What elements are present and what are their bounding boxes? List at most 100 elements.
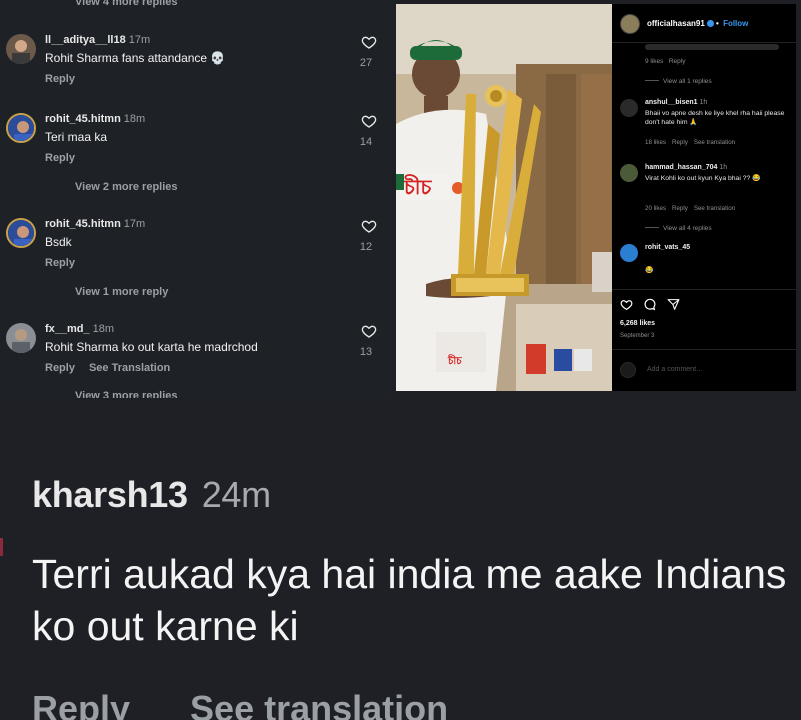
- comment-icon[interactable]: [643, 298, 656, 311]
- comment-time: 17m: [128, 34, 151, 46]
- reply-button[interactable]: Reply: [672, 139, 688, 146]
- reply-button[interactable]: Reply: [32, 688, 130, 720]
- comment-actions: Reply See Translation: [45, 362, 170, 374]
- divider: [612, 42, 796, 43]
- comment-time: 18m: [92, 323, 115, 335]
- avatar[interactable]: [620, 244, 638, 262]
- comment-time: 1h: [699, 99, 708, 106]
- reply-button[interactable]: Reply: [45, 73, 75, 85]
- add-comment-input[interactable]: Add a comment…: [647, 366, 703, 373]
- like-count: 27: [359, 57, 373, 69]
- comment-header: fx__md_ 18m: [45, 323, 114, 335]
- left-edge-accent: [0, 538, 3, 556]
- view-more-replies-link[interactable]: View 3 more replies: [75, 390, 178, 398]
- avatar[interactable]: [6, 113, 36, 143]
- comment-text: Rohit Sharma ko out karta he madrchod: [45, 340, 258, 354]
- post-photo[interactable]: চীচ চীচ: [396, 4, 612, 391]
- share-icon[interactable]: [667, 298, 680, 311]
- comment-username[interactable]: hammad_hassan_704: [645, 164, 717, 171]
- post-action-icons: [620, 298, 686, 312]
- see-translation-link[interactable]: See translation: [694, 139, 735, 146]
- comment-header: anshul__bisen1 1h: [645, 99, 707, 106]
- comment-text: Rohit Sharma fans attandance 💀: [45, 51, 226, 65]
- heart-icon[interactable]: [361, 34, 377, 50]
- smile-icon[interactable]: [620, 362, 636, 378]
- comment-actions: Reply See translation: [32, 688, 448, 720]
- like-count: 20 likes: [645, 205, 666, 212]
- see-translation-link[interactable]: See translation: [190, 688, 448, 720]
- view-more-replies-link[interactable]: View 2 more replies: [75, 181, 178, 193]
- comment-item: rohit_45.hitmn 18m Teri maa ka Reply 14: [0, 113, 393, 183]
- comment-actions: 20 likes Reply See translation: [645, 205, 735, 212]
- comment-username[interactable]: kharsh13: [32, 474, 188, 515]
- avatar[interactable]: [6, 218, 36, 248]
- comments-panel-left: View 4 more replies ll__aditya__ll18 17m …: [0, 0, 393, 398]
- view-more-replies-link[interactable]: View 1 more reply: [75, 286, 168, 298]
- post-header: officialhasan91 • Follow: [620, 14, 790, 36]
- comment-item: hammad_hassan_704 1h Virat Kohli ko out k…: [620, 164, 792, 224]
- like-count: 13: [359, 346, 373, 358]
- comment-item: anshul__bisen1 1h Bhaii vo apne desh ke l…: [620, 99, 792, 159]
- avatar[interactable]: [620, 14, 640, 34]
- reply-button[interactable]: Reply: [45, 257, 75, 269]
- comment-header: rohit_45.hitmn 17m: [45, 218, 145, 230]
- comment-item: rohit_vats_45 😂: [620, 244, 792, 284]
- heart-icon[interactable]: [620, 298, 633, 311]
- comment-item: fx__md_ 18m Rohit Sharma ko out karta he …: [0, 323, 393, 393]
- comment-actions: Reply: [45, 257, 75, 269]
- comment-time: 17m: [123, 218, 146, 230]
- comment-text: Bsdk: [45, 235, 72, 249]
- avatar[interactable]: [620, 99, 638, 117]
- reply-button[interactable]: Reply: [672, 205, 688, 212]
- comment-item: rohit_45.hitmn 17m Bsdk Reply 12: [0, 218, 393, 288]
- comment-like-count: 9 likes Reply: [645, 58, 686, 65]
- follow-button[interactable]: Follow: [723, 19, 748, 28]
- reply-button[interactable]: Reply: [45, 152, 75, 164]
- jersey-sponsor-text: চীচ: [403, 174, 433, 199]
- svg-text:চীচ: চীচ: [447, 353, 462, 367]
- comment-header: ll__aditya__ll18 17m: [45, 34, 150, 46]
- view-all-replies-link[interactable]: View all 4 replies: [645, 225, 712, 232]
- add-comment-bar: Add a comment…: [620, 362, 790, 380]
- heart-icon[interactable]: [361, 218, 377, 234]
- comment-time: 1h: [719, 164, 728, 171]
- avatar[interactable]: [6, 323, 36, 353]
- comment-header: kharsh13 24m: [32, 474, 271, 516]
- avatar[interactable]: [620, 164, 638, 182]
- comment-item: ll__aditya__ll18 17m Rohit Sharma fans at…: [0, 34, 393, 104]
- comment-text: Teri maa ka: [45, 130, 108, 144]
- comment-header: hammad_hassan_704 1h: [645, 164, 727, 171]
- heart-icon[interactable]: [361, 113, 377, 129]
- account-username[interactable]: officialhasan91: [647, 19, 705, 28]
- verified-icon: [706, 20, 714, 27]
- heart-icon[interactable]: [361, 323, 377, 339]
- see-translation-link[interactable]: See Translation: [89, 362, 170, 374]
- divider: [612, 289, 796, 290]
- comment-actions: Reply: [45, 152, 75, 164]
- post-date: September 3: [620, 333, 655, 339]
- comment-username[interactable]: ll__aditya__ll18: [45, 34, 126, 46]
- reply-button[interactable]: Reply: [45, 362, 75, 374]
- comment-actions: Reply: [45, 73, 75, 85]
- view-all-replies-link[interactable]: View all 1 replies: [645, 78, 712, 85]
- post-sidebar: officialhasan91 • Follow 9 likes Reply V…: [612, 4, 796, 391]
- comment-username[interactable]: anshul__bisen1: [645, 99, 698, 106]
- zoomed-comment: kharsh13 24m Terri aukad kya hai india me…: [0, 398, 801, 720]
- like-count: 18 likes: [645, 139, 666, 146]
- comment-text: Terri aukad kya hai india me aake Indian…: [32, 551, 787, 649]
- comment-text: Bhaii vo apne desh ke liye khel rha haii…: [645, 110, 785, 126]
- comment-username[interactable]: rohit_vats_45: [645, 244, 690, 251]
- comment-time: 18m: [123, 113, 146, 125]
- post-like-count[interactable]: 6,268 likes: [620, 320, 655, 327]
- view-more-replies-link[interactable]: View 4 more replies: [75, 0, 178, 8]
- instagram-post: চীচ চীচ officialhasan91 • Follow 9 likes…: [396, 4, 796, 391]
- comment-username[interactable]: fx__md_: [45, 323, 90, 335]
- reply-button[interactable]: Reply: [669, 58, 686, 65]
- avatar[interactable]: [6, 34, 36, 64]
- account-name-row: officialhasan91 • Follow: [647, 19, 749, 28]
- like-count: 12: [359, 241, 373, 253]
- collapsed-comment: [645, 44, 779, 50]
- comment-username[interactable]: rohit_45.hitmn: [45, 113, 121, 125]
- see-translation-link[interactable]: See translation: [694, 205, 735, 212]
- comment-username[interactable]: rohit_45.hitmn: [45, 218, 121, 230]
